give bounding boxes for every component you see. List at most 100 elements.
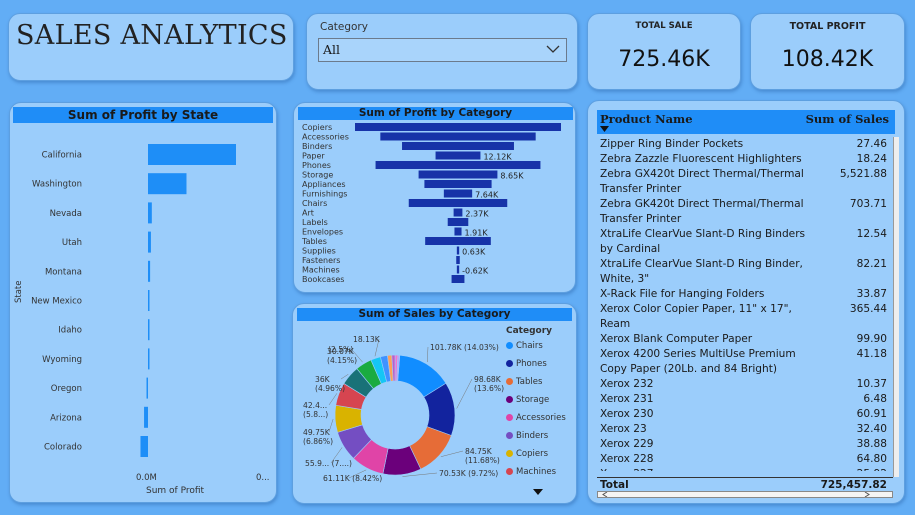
sort-desc-icon[interactable] (600, 126, 609, 132)
legend-label: Phones (516, 359, 547, 369)
funnel-bar-chairs[interactable] (408, 199, 508, 207)
sales-cell: 60.91 (856, 408, 887, 420)
legend-label: Accessories (516, 413, 566, 423)
product-name-cell: Zebra GK420t Direct Thermal/Thermal Tran… (600, 198, 804, 225)
category-label: Storage (302, 171, 333, 180)
bar-washington[interactable] (148, 173, 187, 195)
table-row[interactable]: Zebra GX420t Direct Thermal/Thermal Tran… (597, 167, 893, 197)
legend-item-copiers[interactable]: Copiers (506, 449, 548, 459)
legend-item-storage[interactable]: Storage (506, 395, 549, 405)
legend-item-machines[interactable]: Machines (506, 467, 556, 477)
slice-label: 18.13K (353, 335, 381, 344)
bar-colorado[interactable] (140, 436, 148, 457)
bar-wyoming[interactable] (148, 348, 150, 370)
x-tick-label: 0... (256, 473, 270, 483)
legend-item-chairs[interactable]: Chairs (506, 341, 543, 351)
state-bars: California Washington Nevada Utah Montana New… (31, 144, 236, 457)
scroll-right-icon[interactable] (864, 492, 870, 497)
category-label: Accessories (302, 133, 349, 142)
table-row[interactable]: XtraLife ClearVue Slant-D Ring Binder, W… (597, 257, 893, 287)
funnel-bar-accessories[interactable] (380, 132, 536, 141)
table-row[interactable]: Xerox 229 38.88 (597, 437, 893, 452)
horizontal-scrollbar[interactable] (597, 491, 893, 498)
scroll-left-icon[interactable] (602, 492, 608, 497)
table-row[interactable]: Xerox 4200 Series MultiUse Premium Copy … (597, 347, 893, 377)
funnel-bar-tables[interactable] (425, 237, 491, 245)
legend-label: Machines (516, 467, 557, 477)
vertical-scrollbar[interactable] (893, 137, 899, 477)
funnel-bar-envelopes[interactable] (454, 227, 462, 236)
table-row[interactable]: Xerox 227 25.92 (597, 467, 893, 471)
profit-by-state-chart[interactable]: Sum of Profit by State State California W… (9, 102, 277, 503)
legend-item-binders[interactable]: Binders (506, 431, 548, 441)
table-total-row: Total 725,457.82 (597, 477, 893, 491)
total-sale-card: TOTAL SALE 725.46K (587, 13, 741, 90)
funnel-bar-storage[interactable] (418, 170, 498, 179)
funnel-bar-bookcases[interactable] (451, 275, 465, 283)
product-name-cell: Zipper Ring Binder Pockets (600, 138, 744, 150)
bar-california[interactable] (148, 144, 236, 165)
slice-label: 98.68K (474, 375, 502, 384)
bar-montana[interactable] (148, 260, 151, 282)
funnel-bar-phones[interactable] (375, 161, 541, 169)
legend-dot (506, 396, 513, 403)
legend-dot (506, 360, 513, 367)
product-name-cell: Xerox 23 (600, 423, 647, 435)
table-row[interactable]: Zipper Ring Binder Pockets 27.46 (597, 137, 893, 152)
funnel-bar-labels[interactable] (447, 218, 469, 226)
legend-item-tables[interactable]: Tables (506, 377, 542, 387)
state-label: Utah (62, 238, 82, 248)
table-row[interactable]: Xerox 231 6.48 (597, 392, 893, 407)
funnel-bar-copiers[interactable] (355, 123, 561, 131)
table-row[interactable]: Zebra GK420t Direct Thermal/Thermal Tran… (597, 197, 893, 227)
category-label: Fasteners (302, 256, 340, 265)
state-label: Arizona (50, 413, 82, 423)
category-label: Appliances (302, 180, 346, 189)
sales-cell: 12.54 (856, 228, 887, 240)
column-header-sales[interactable]: Sum of Sales (806, 112, 889, 126)
funnel-bar-appliances[interactable] (424, 180, 492, 188)
bar-nevada[interactable] (148, 202, 152, 224)
legend-item-accessories[interactable]: Accessories (506, 413, 566, 423)
sales-cell: 27.46 (856, 138, 887, 150)
product-name-cell: XtraLife ClearVue Slant-D Ring Binder, W… (600, 258, 803, 285)
bar-idaho[interactable] (148, 319, 150, 341)
column-header-product[interactable]: Product Name (600, 112, 693, 126)
legend-more-icon[interactable] (532, 488, 544, 496)
legend-title: Category (506, 326, 553, 336)
funnel-bar-paper[interactable] (435, 151, 481, 160)
category-dropdown[interactable]: All (318, 38, 567, 62)
data-label: 1.91K (465, 229, 489, 238)
state-label: Nevada (50, 209, 82, 219)
funnel-bar-machines[interactable] (456, 265, 460, 274)
slice-label: 36K (315, 375, 331, 384)
table-row[interactable]: XtraLife ClearVue Slant-D Ring Binders b… (597, 227, 893, 257)
table-row[interactable]: Xerox Color Copier Paper, 11" x 17", Rea… (597, 302, 893, 332)
bar-new-mexico[interactable] (148, 290, 150, 311)
table-row[interactable]: Xerox 228 64.80 (597, 452, 893, 467)
funnel-bar-art[interactable] (453, 208, 463, 217)
legend-item-phones[interactable]: Phones (506, 359, 547, 369)
product-name-cell: Zebra GX420t Direct Thermal/Thermal Tran… (600, 168, 804, 195)
table-row[interactable]: Xerox Blank Computer Paper 99.90 (597, 332, 893, 347)
category-label: Machines (302, 266, 340, 275)
bar-utah[interactable] (148, 231, 151, 253)
product-name-cell: Xerox Color Copier Paper, 11" x 17", Rea… (600, 303, 792, 330)
sales-by-category-chart[interactable]: Sum of Sales by Category 101.78K (14.03%… (292, 303, 577, 504)
table-row[interactable]: Zebra Zazzle Fluorescent Highlighters 18.… (597, 152, 893, 167)
funnel-bar-furnishings[interactable] (443, 189, 473, 198)
product-sales-table[interactable]: Product Name Sum of Sales Zipper Ring Bi… (587, 100, 905, 504)
profit-by-category-chart[interactable]: Sum of Profit by Category Copiers Accesso… (293, 102, 576, 293)
slice-label: (2.5%) (328, 345, 353, 354)
data-label: 7.64K (475, 191, 499, 200)
bar-oregon[interactable] (146, 377, 149, 399)
funnel-bar-fasteners[interactable] (456, 256, 460, 264)
funnel-bar-binders[interactable] (402, 142, 514, 150)
table-row[interactable]: Xerox 230 60.91 (597, 407, 893, 422)
table-row[interactable]: X-Rack File for Hanging Folders 33.87 (597, 287, 893, 302)
table-row[interactable]: Xerox 232 10.37 (597, 377, 893, 392)
table-row[interactable]: Xerox 23 32.40 (597, 422, 893, 437)
product-name-cell: Xerox 231 (600, 393, 654, 405)
funnel-bar-supplies[interactable] (456, 246, 460, 255)
bar-arizona[interactable] (144, 406, 148, 428)
